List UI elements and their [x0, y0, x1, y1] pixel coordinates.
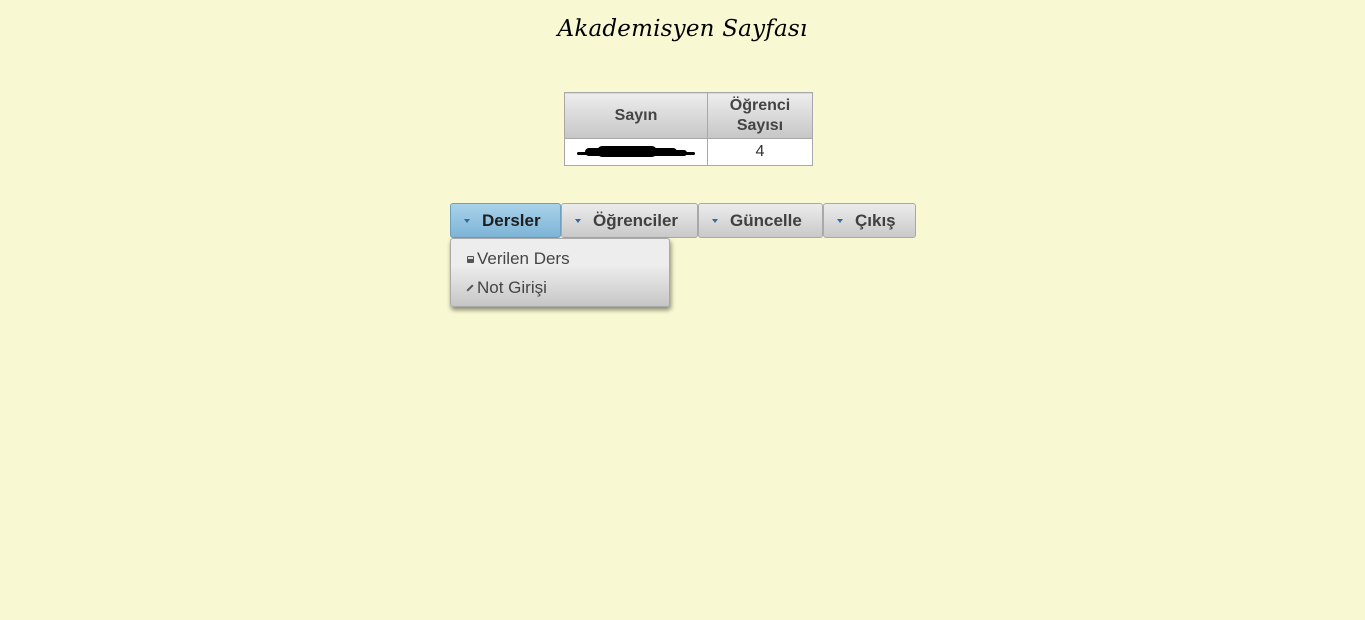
- menu-cikis-label: Çıkış: [855, 210, 896, 230]
- menu-guncelle-label: Güncelle: [730, 210, 802, 230]
- menu-cikis-button[interactable]: Çıkış: [823, 203, 916, 238]
- caret-down-icon: [712, 218, 718, 223]
- pencil-icon: [465, 283, 475, 293]
- menu-dersler-button[interactable]: Dersler: [450, 203, 561, 238]
- menu-ogrenciler-button[interactable]: Öğrenciler: [561, 203, 698, 238]
- caret-down-icon: [464, 218, 470, 223]
- menu-item-verilen-ders-label: Verilen Ders: [477, 249, 570, 268]
- menu-item-not-girisi-label: Not Girişi: [477, 278, 547, 297]
- redacted-name: [577, 145, 695, 158]
- menu-item-not-girisi[interactable]: Not Girişi: [465, 277, 547, 299]
- table-header-row: Sayın Öğrenci Sayısı: [564, 92, 813, 139]
- menu-ogrenciler-label: Öğrenciler: [593, 210, 679, 230]
- header-ogrenci-sayisi: Öğrenci Sayısı: [707, 92, 813, 139]
- page-title: Akademisyen Sayfası: [557, 16, 808, 42]
- header-sayin: Sayın: [564, 92, 708, 139]
- menu-item-verilen-ders[interactable]: Verilen Ders: [465, 248, 570, 270]
- save-icon: [465, 254, 475, 264]
- dersler-dropdown-menu: Verilen Ders Not Girişi: [450, 238, 670, 307]
- caret-down-icon: [837, 218, 843, 223]
- info-table: Sayın Öğrenci Sayısı 4: [564, 92, 813, 166]
- table-row: 4: [564, 138, 813, 166]
- student-count-cell: 4: [707, 138, 813, 166]
- menu-dersler-label: Dersler: [482, 210, 541, 230]
- menu-guncelle-button[interactable]: Güncelle: [698, 203, 823, 238]
- caret-down-icon: [575, 218, 581, 223]
- header-ogrenci-sayisi-line1: Öğrenci: [729, 96, 791, 114]
- header-ogrenci-sayisi-line2: Sayısı: [736, 116, 784, 134]
- name-cell: [564, 138, 708, 166]
- menu-bar: Dersler Öğrenciler Güncelle Çıkış: [450, 203, 916, 238]
